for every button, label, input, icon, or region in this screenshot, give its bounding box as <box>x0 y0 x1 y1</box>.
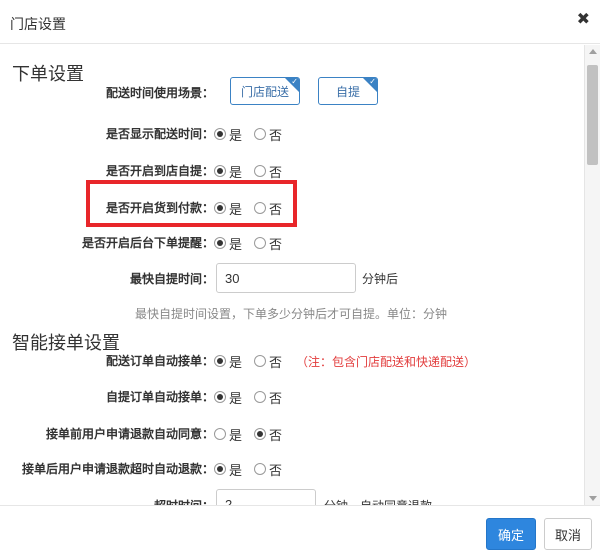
radio-dot <box>214 237 226 249</box>
option-label: 门店配送 <box>240 84 289 99</box>
auto-accept-note: （注：包含门店配送和快递配送） <box>296 354 477 369</box>
delivery-scene-option-store[interactable]: 门店配送 ✓ <box>230 77 300 105</box>
radio-no[interactable]: 否 <box>254 162 282 181</box>
timeout-input[interactable]: 2 <box>216 489 316 505</box>
radio-dot <box>254 165 267 177</box>
radio-dot <box>214 165 226 177</box>
radio-dot <box>214 391 226 403</box>
radio-dot <box>254 237 267 249</box>
radio-yes[interactable]: 是 <box>214 162 242 181</box>
radio-no[interactable]: 否 <box>254 234 282 253</box>
radio-dot <box>254 463 267 475</box>
fastest-pickup-label: 最快自提时间： <box>129 272 214 286</box>
enable-pickup-label: 是否开启到店自提： <box>105 164 214 178</box>
store-settings-dialog: 门店设置 ✖ 下单设置 配送时间使用场景： 门店配送 ✓ 自提 ✓ 是否显示配送… <box>0 0 600 557</box>
radio-dot <box>254 391 267 403</box>
backend-reminder-label: 是否开启后台下单提醒： <box>81 236 214 250</box>
auto-accept-pickup-label: 自提订单自动接单： <box>105 390 214 404</box>
fastest-pickup-input[interactable]: 30 <box>216 263 356 293</box>
radio-no[interactable]: 否 <box>254 460 282 479</box>
confirm-button[interactable]: 确定 <box>486 518 536 550</box>
row-show-delivery-time: 是否显示配送时间： 是 否 <box>0 121 584 145</box>
refund-before-accept-label: 接单前用户申请退款自动同意： <box>45 427 214 441</box>
option-label: 自提 <box>335 84 360 99</box>
fastest-pickup-hint: 最快自提时间设置，下单多少分钟后才可自提。单位：分钟 <box>135 307 448 321</box>
check-icon: ✓ <box>369 77 376 86</box>
row-backend-reminder: 是否开启后台下单提醒： 是 否 <box>0 230 584 254</box>
auto-accept-delivery-label: 配送订单自动接单： <box>105 354 214 368</box>
radio-yes[interactable]: 是 <box>214 125 242 144</box>
radio-no[interactable]: 否 <box>254 425 282 444</box>
refund-after-timeout-label: 接单后用户申请退款超时自动退款： <box>21 462 214 476</box>
close-icon[interactable]: ✖ <box>577 10 590 30</box>
radio-dot <box>214 428 226 440</box>
scrollbar-thumb[interactable] <box>587 65 598 165</box>
radio-dot <box>254 128 267 140</box>
row-refund-before-accept: 接单前用户申请退款自动同意： 是 否 <box>0 421 584 445</box>
row-enable-pickup: 是否开启到店自提： 是 否 <box>0 158 584 182</box>
annotation-highlight-box <box>86 180 297 227</box>
dialog-title: 门店设置 <box>10 16 66 32</box>
vertical-scrollbar[interactable] <box>584 45 600 505</box>
radio-yes[interactable]: 是 <box>214 352 242 371</box>
scroll-down-icon[interactable] <box>589 496 597 501</box>
radio-yes[interactable]: 是 <box>214 388 242 407</box>
cancel-button[interactable]: 取消 <box>544 518 592 550</box>
row-auto-accept-delivery: 配送订单自动接单： 是 否 （注：包含门店配送和快递配送） <box>0 348 584 372</box>
timeout-suffix: 分钟，自动同意退款 <box>324 497 432 505</box>
show-delivery-time-label: 是否显示配送时间： <box>105 127 214 141</box>
radio-dot <box>214 463 226 475</box>
check-icon: ✓ <box>291 77 298 86</box>
radio-no[interactable]: 否 <box>254 388 282 407</box>
row-refund-after-timeout: 接单后用户申请退款超时自动退款： 是 否 <box>0 456 584 480</box>
radio-no[interactable]: 否 <box>254 125 282 144</box>
delivery-scene-label: 配送时间使用场景： <box>105 86 214 100</box>
radio-dot <box>254 428 267 440</box>
radio-dot <box>254 355 267 367</box>
radio-dot <box>214 128 226 140</box>
fastest-pickup-suffix: 分钟后 <box>362 272 399 286</box>
row-auto-accept-pickup: 自提订单自动接单： 是 否 <box>0 384 584 408</box>
radio-no[interactable]: 否 <box>254 352 282 371</box>
dialog-body: 下单设置 配送时间使用场景： 门店配送 ✓ 自提 ✓ 是否显示配送时间： 是 否… <box>0 45 584 505</box>
radio-yes[interactable]: 是 <box>214 234 242 253</box>
timeout-label: 超时时间： <box>154 497 214 505</box>
delivery-scene-option-pickup[interactable]: 自提 ✓ <box>318 77 378 105</box>
dialog-footer: 确定 取消 <box>0 505 600 557</box>
scroll-up-icon[interactable] <box>589 49 597 54</box>
radio-yes[interactable]: 是 <box>214 460 242 479</box>
dialog-titlebar: 门店设置 ✖ <box>0 0 600 44</box>
radio-yes[interactable]: 是 <box>214 425 242 444</box>
radio-dot <box>214 355 226 367</box>
